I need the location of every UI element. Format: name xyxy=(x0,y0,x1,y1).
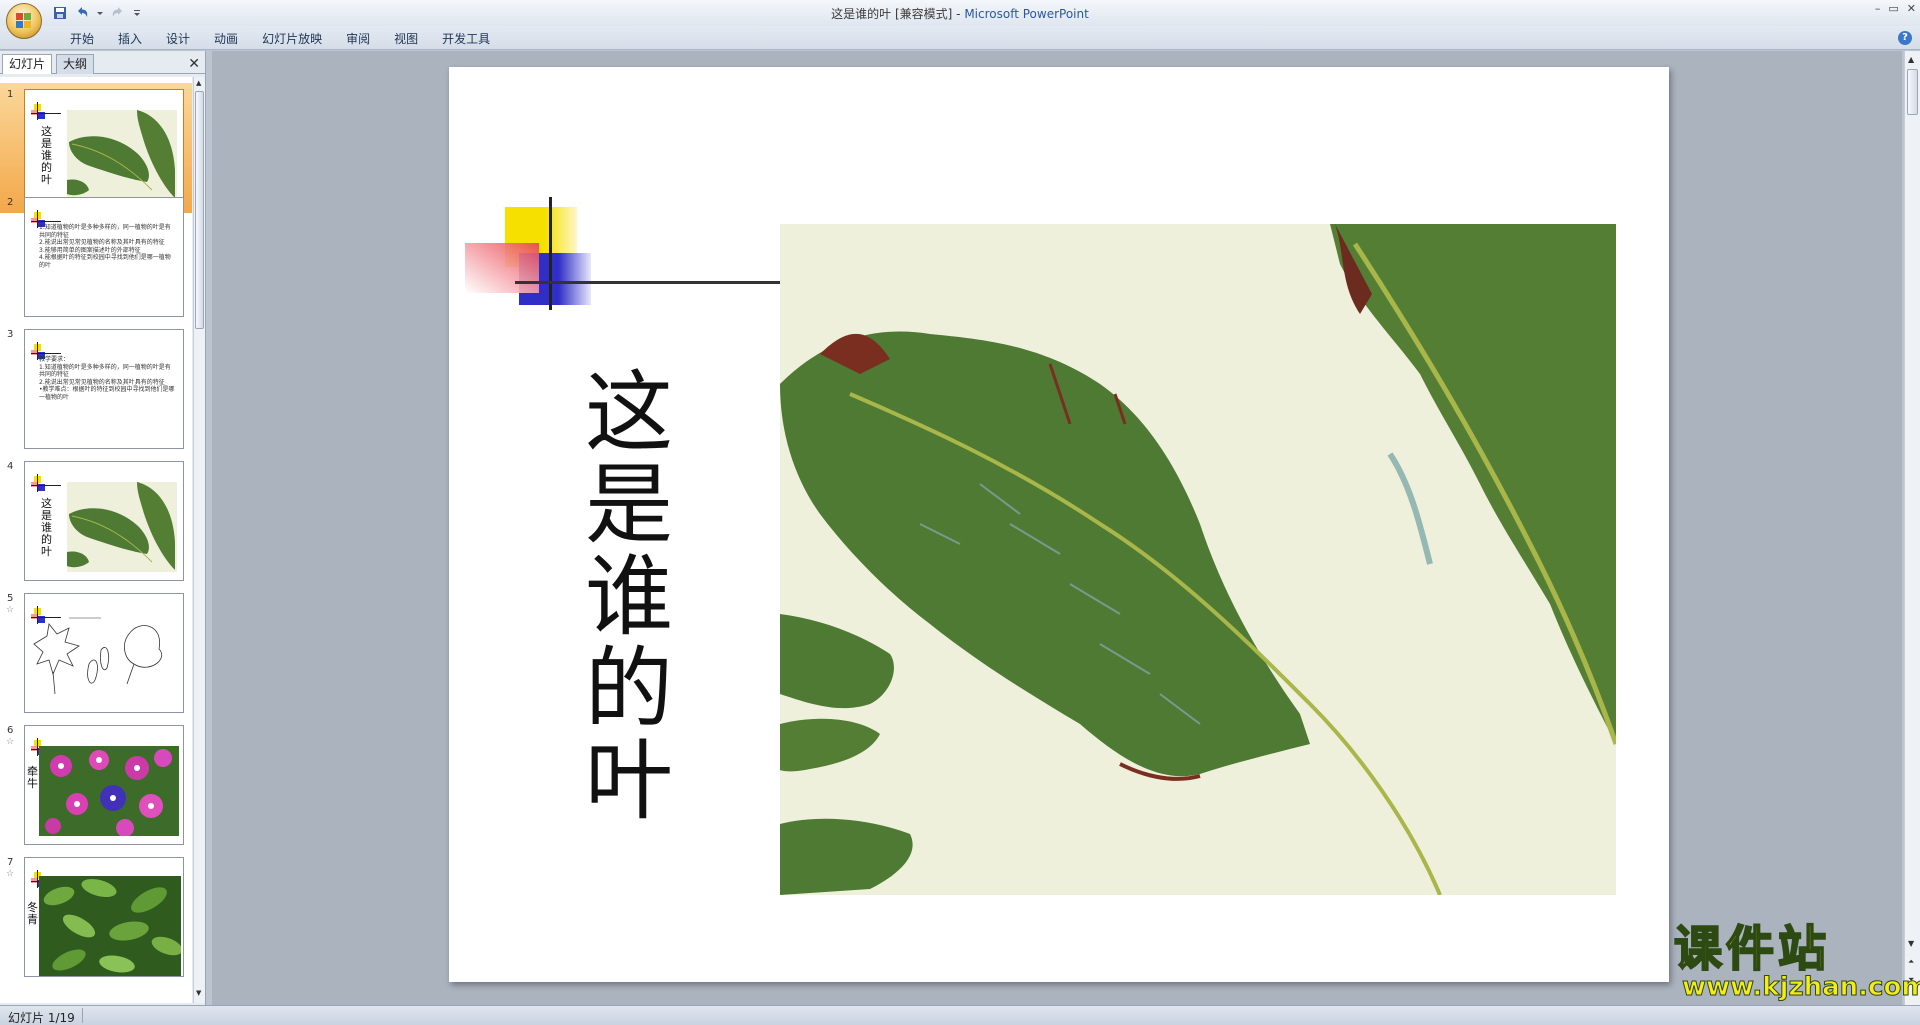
slide-number: 5 xyxy=(7,593,14,604)
previous-slide-icon[interactable]: ⏶ xyxy=(1908,957,1914,967)
thumbnail-title: 牵牛 xyxy=(27,765,38,790)
thumbnail-frame xyxy=(24,593,184,713)
tab-design[interactable]: 设计 xyxy=(154,30,202,48)
title-char: 是 xyxy=(584,453,673,556)
title-char: 的 xyxy=(584,637,673,740)
slide-number: 6 xyxy=(7,725,14,736)
tab-insert[interactable]: 插入 xyxy=(106,30,154,48)
slide-thumbnail-7[interactable]: 7 ☆ 冬青 xyxy=(0,851,192,981)
corner-decoration xyxy=(31,102,61,122)
close-button[interactable]: ✕ xyxy=(1907,2,1916,15)
thumbnail-title: 这是谁的叶 xyxy=(41,497,52,558)
slide-counter: 幻灯片 1/19 xyxy=(8,1011,75,1025)
animation-star-icon: ☆ xyxy=(6,605,15,615)
leaf-image-thumb xyxy=(67,482,177,572)
slide-thumbnails: 1 这是谁的叶 2 1.知道植物的叶是多种多样的，同一植物的叶是有共同的特征 2… xyxy=(0,77,192,1003)
tab-slide-show[interactable]: 幻灯片放映 xyxy=(250,30,334,48)
ribbon-tabs: 开始 插入 设计 动画 幻灯片放映 审阅 视图 开发工具 xyxy=(58,30,502,48)
animation-star-icon: ☆ xyxy=(6,869,15,879)
watermark-url: www.kjzhan.com xyxy=(1681,972,1920,1003)
document-title: 这是谁的叶 [兼容模式] xyxy=(831,7,953,21)
thumbnail-frame: 这是谁的叶 xyxy=(24,461,184,581)
thumbnail-line: 2.能说出常见常见植物的名称及其叶具有的特征 xyxy=(39,378,165,386)
title-char: 这 xyxy=(584,361,673,464)
site-watermark: 课件站 www.kjzhan.com xyxy=(1670,921,1920,1004)
office-button[interactable] xyxy=(6,3,42,39)
corner-decoration xyxy=(31,474,61,494)
leaf-sketch-thumb xyxy=(33,617,162,695)
status-divider xyxy=(82,1008,83,1023)
thumbnail-title: 冬青 xyxy=(27,901,38,926)
slides-panel: 幻灯片 大纲 ✕ 1 这是谁的叶 2 1.知道植物的叶是多种多样的，同一植物的叶… xyxy=(0,51,206,1005)
watermark-text: 课件站 xyxy=(1673,921,1831,977)
tab-animations[interactable]: 动画 xyxy=(202,30,250,48)
close-icon[interactable]: ✕ xyxy=(188,56,200,72)
slides-panel-scrollbar[interactable]: ▲ ▼ xyxy=(193,77,205,1003)
thumbnail-line: 1.知道植物的叶是多种多样的，同一植物的叶是有共同的特征 xyxy=(39,224,171,239)
thumbnail-title: 这是谁的叶 xyxy=(41,125,52,186)
slide-thumbnail-2[interactable]: 2 1.知道植物的叶是多种多样的，同一植物的叶是有共同的特征 2.能说出常见常见… xyxy=(0,191,192,321)
app-name: Microsoft PowerPoint xyxy=(964,7,1089,21)
tab-home[interactable]: 开始 xyxy=(58,30,106,48)
thumbnail-line: 4.能根据叶的特征到校园中寻找到他们是哪一植物的叶 xyxy=(39,254,171,269)
scroll-down-icon[interactable]: ▼ xyxy=(196,989,201,997)
panel-tabs: 幻灯片 大纲 ✕ xyxy=(0,54,206,74)
decorative-squares xyxy=(465,197,785,310)
thumbnail-frame: 冬青 xyxy=(24,857,184,977)
slide-thumbnail-6[interactable]: 6 ☆ 牵牛 xyxy=(0,719,192,849)
thumbnail-frame: 牵牛 xyxy=(24,725,184,845)
thumbnail-line: 教学要求： xyxy=(39,356,70,363)
title-char: 叶 xyxy=(584,729,673,832)
thumbnail-line: •教学难点：根据叶的特征到校园中寻找到他们是哪一植物的叶 xyxy=(39,386,175,401)
thumbnail-line: 2.能说出常见常见植物的名称及其叶具有的特征 xyxy=(39,239,165,246)
thumbnail-frame: 教学要求： 1.知道植物的叶是多种多样的，同一植物的叶是有共同的特征 2.能说出… xyxy=(24,329,184,449)
help-icon[interactable]: ? xyxy=(1898,31,1912,45)
slide-number: 2 xyxy=(7,197,14,208)
slide-thumbnail-5[interactable]: 5 ☆ xyxy=(0,587,192,717)
slide-title[interactable]: 这 是 谁 的 叶 xyxy=(579,367,679,827)
title-char: 谁 xyxy=(584,545,673,648)
thumbnail-text: 1.知道植物的叶是多种多样的，同一植物的叶是有共同的特征 2.能说出常见常见植物… xyxy=(39,224,175,269)
tab-outline[interactable]: 大纲 xyxy=(56,54,95,74)
tab-slides[interactable]: 幻灯片 xyxy=(2,54,53,74)
status-bar: 幻灯片 1/19 xyxy=(0,1005,1920,1025)
office-logo-icon xyxy=(16,13,32,29)
leaf-picture[interactable] xyxy=(780,224,1616,895)
slide-number: 4 xyxy=(7,461,14,472)
thumbnail-frame: 1.知道植物的叶是多种多样的，同一植物的叶是有共同的特征 2.能说出常见常见植物… xyxy=(24,197,184,317)
thumbnail-text: 教学要求： 1.知道植物的叶是多种多样的，同一植物的叶是有共同的特征 2.能说出… xyxy=(39,356,175,401)
scroll-down-icon[interactable]: ▼ xyxy=(1908,939,1914,948)
scrollbar-thumb[interactable] xyxy=(1907,69,1918,115)
morning-glory-photo-thumb xyxy=(39,746,179,836)
slide-thumbnail-4[interactable]: 4 这是谁的叶 xyxy=(0,455,192,585)
slide-number: 3 xyxy=(7,329,14,340)
tab-review[interactable]: 审阅 xyxy=(334,30,382,48)
title-separator: - xyxy=(952,7,965,21)
thumbnail-line: 1.知道植物的叶是多种多样的，同一植物的叶是有共同的特征 xyxy=(39,363,171,379)
slide-thumbnail-3[interactable]: 3 教学要求： 1.知道植物的叶是多种多样的，同一植物的叶是有共同的特征 2.能… xyxy=(0,323,192,453)
scroll-up-icon[interactable]: ▲ xyxy=(1908,55,1914,64)
ribbon: 开始 插入 设计 动画 幻灯片放映 审阅 视图 开发工具 ? xyxy=(0,26,1920,50)
thumbnail-line: 3.能够用简单的图案描述叶的外部特征 xyxy=(39,246,141,254)
slide-number: 1 xyxy=(7,89,14,100)
animation-star-icon: ☆ xyxy=(6,737,15,747)
scrollbar-thumb[interactable] xyxy=(195,91,204,329)
tab-developer[interactable]: 开发工具 xyxy=(430,30,502,48)
holly-photo-thumb xyxy=(39,876,181,976)
restore-button[interactable]: ▭ xyxy=(1888,2,1898,15)
title-bar: 这是谁的叶 [兼容模式] - Microsoft PowerPoint – ▭ … xyxy=(0,0,1920,26)
window-controls: – ▭ ✕ xyxy=(1875,2,1916,15)
slide-number: 7 xyxy=(7,857,14,868)
scroll-up-icon[interactable]: ▲ xyxy=(196,79,201,87)
current-slide[interactable]: 这 是 谁 的 叶 xyxy=(449,67,1669,982)
main-scrollbar[interactable]: ▲ ▼ ⏶ ⏷ xyxy=(1904,51,1920,1005)
window-title: 这是谁的叶 [兼容模式] - Microsoft PowerPoint xyxy=(0,5,1920,22)
leaf-image-thumb xyxy=(67,110,177,200)
tab-view[interactable]: 视图 xyxy=(382,30,430,48)
minimize-button[interactable]: – xyxy=(1875,2,1881,15)
